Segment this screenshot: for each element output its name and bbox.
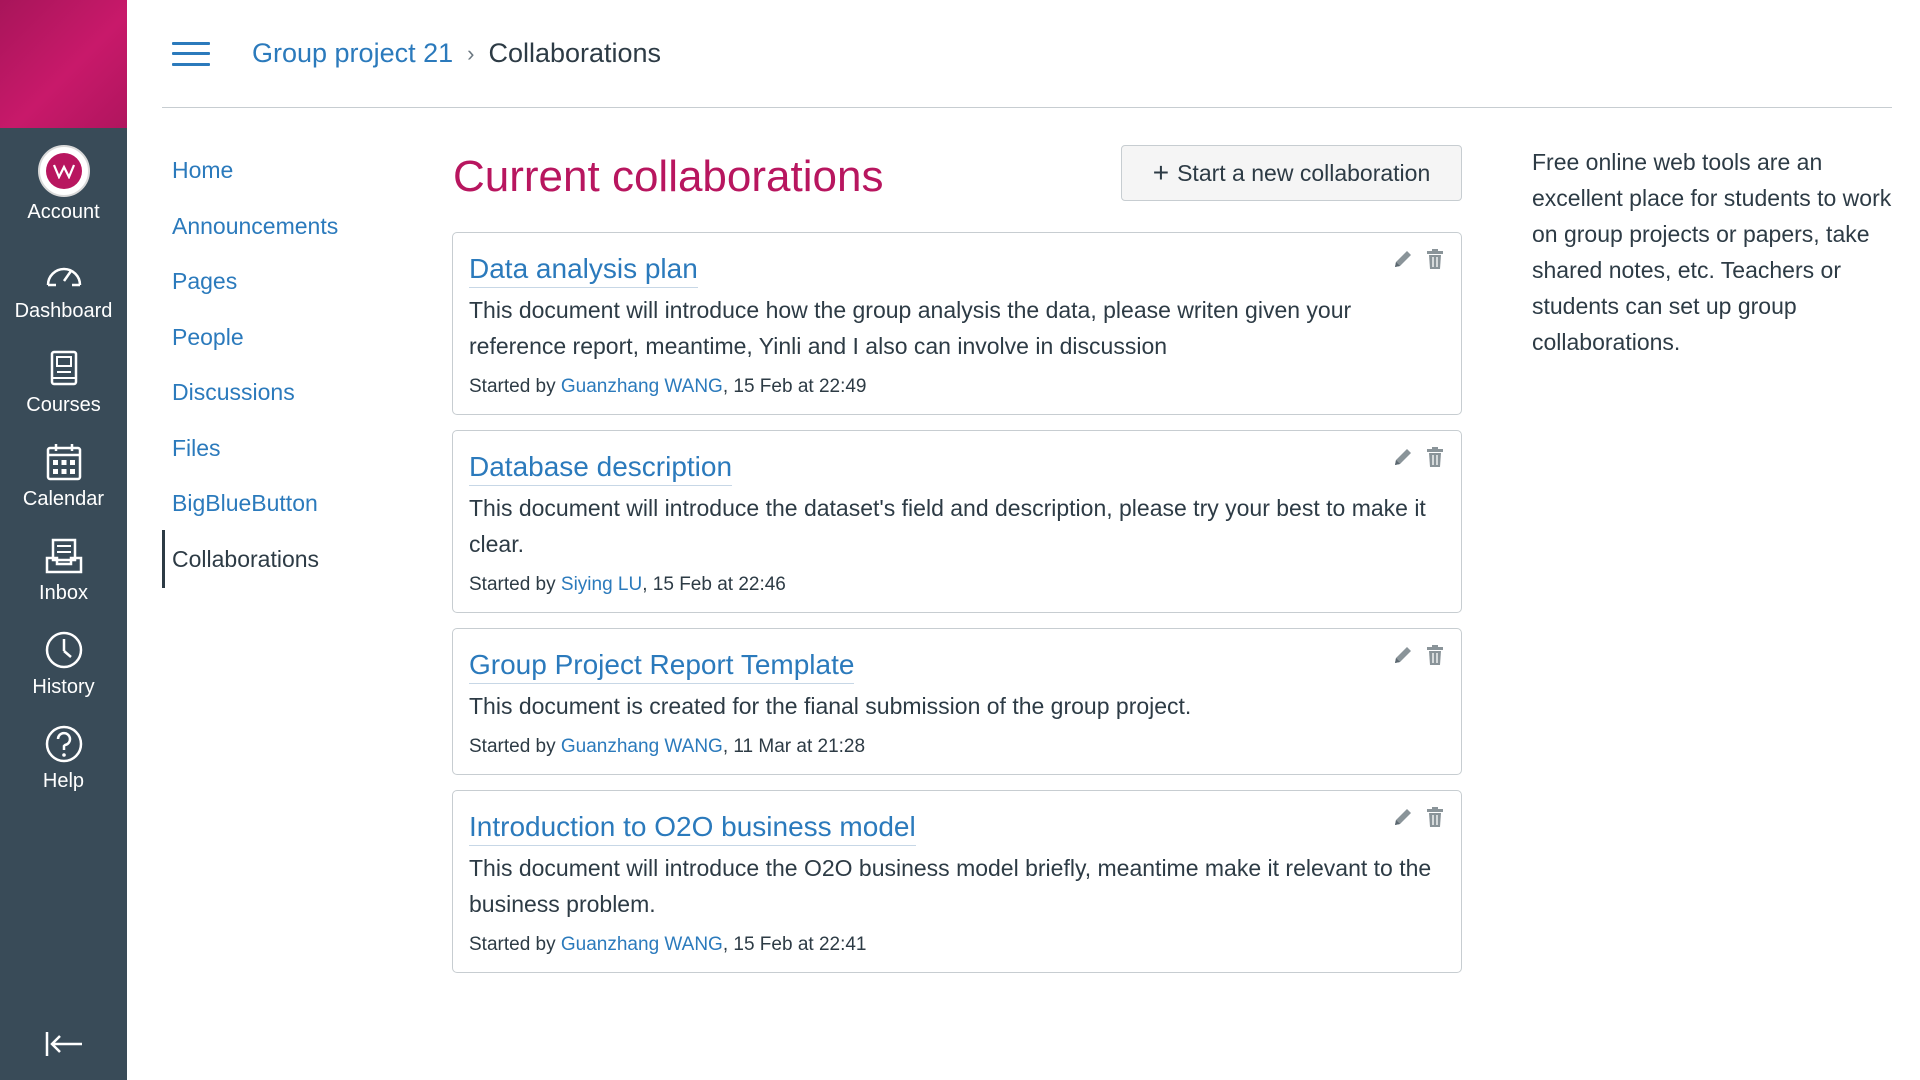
page-header: Group project 21 › Collaborations [162,0,1892,108]
delete-trash-icon[interactable] [1423,643,1447,667]
collaboration-card: Introduction to O2O business model This … [452,790,1462,973]
collaboration-date: , 15 Feb at 22:46 [642,574,786,595]
collaboration-meta: Started by Guanzhang WANG, 15 Feb at 22:… [469,376,1445,398]
inbox-icon [42,534,86,578]
global-nav-courses[interactable]: Courses [0,334,127,428]
started-by-label: Started by [469,934,561,955]
global-nav-label: Courses [26,393,101,416]
calendar-icon [42,440,86,484]
global-nav-calendar[interactable]: Calendar [0,428,127,522]
global-nav-label: Calendar [22,487,105,510]
global-nav-account[interactable]: Account [0,128,127,240]
collaboration-title-link[interactable]: Data analysis plan [469,251,698,288]
collaboration-author-link[interactable]: Guanzhang WANG [561,736,723,757]
main-content: Current collaborations + Start a new col… [452,144,1462,988]
history-icon [42,628,86,672]
delete-trash-icon[interactable] [1423,247,1447,271]
global-nav-label: History [32,675,95,698]
start-new-collaboration-label: Start a new collaboration [1177,159,1431,186]
edit-pencil-icon[interactable] [1391,805,1415,829]
title-row: Current collaborations + Start a new col… [452,144,1462,232]
course-nav-files[interactable]: Files [162,426,382,482]
collaboration-actions [1391,643,1447,667]
course-nav-home[interactable]: Home [162,148,382,204]
course-nav: Home Announcements Pages People Discussi… [162,148,382,588]
global-nav: Account Dashboard Courses Calendar Inbox… [0,0,127,1080]
collaboration-actions [1391,247,1447,271]
global-nav-inbox[interactable]: Inbox [0,522,127,616]
breadcrumb-course-link[interactable]: Group project 21 [252,38,453,69]
collaboration-author-link[interactable]: Guanzhang WANG [561,376,723,397]
collaborations-help-text: Free online web tools are an excellent p… [1532,149,1892,355]
brand-logo[interactable] [0,0,127,128]
collaboration-date: , 11 Mar at 21:28 [722,736,866,757]
collaboration-author-link[interactable]: Guanzhang WANG [561,934,723,955]
course-menu-toggle-icon[interactable] [172,40,210,68]
dashboard-icon [42,252,86,296]
collaboration-title-link[interactable]: Introduction to O2O business model [469,809,916,846]
global-nav-help[interactable]: Help [0,710,127,804]
global-nav-label: Account [27,200,100,223]
collaboration-date: , 15 Feb at 22:49 [722,376,867,397]
course-nav-announcements[interactable]: Announcements [162,204,382,260]
collaboration-description: This document is created for the fianal … [469,693,1192,719]
course-nav-people[interactable]: People [162,315,382,371]
breadcrumb-separator-icon: › [467,40,475,66]
delete-trash-icon[interactable] [1423,805,1447,829]
course-nav-bigbluebutton[interactable]: BigBlueButton [162,481,382,537]
global-nav-dashboard[interactable]: Dashboard [0,240,127,334]
edit-pencil-icon[interactable] [1391,445,1415,469]
global-nav-label: Dashboard [14,299,113,322]
delete-trash-icon[interactable] [1423,445,1447,469]
started-by-label: Started by [469,736,561,757]
course-nav-collaborations[interactable]: Collaborations [162,529,382,588]
collaboration-date: , 15 Feb at 22:41 [722,934,867,955]
account-avatar [37,144,90,197]
started-by-label: Started by [469,574,561,595]
collaboration-actions [1391,445,1447,469]
collaboration-card: Data analysis plan This document will in… [452,232,1462,415]
collaboration-description: This document will introduce how the gro… [469,297,1352,359]
collaboration-meta: Started by Siying LU, 15 Feb at 22:46 [469,574,1445,596]
start-new-collaboration-button[interactable]: + Start a new collaboration [1121,145,1462,201]
started-by-label: Started by [469,376,561,397]
collaboration-actions [1391,805,1447,829]
collapse-nav-icon[interactable] [42,1022,86,1066]
collaboration-meta: Started by Guanzhang WANG, 11 Mar at 21:… [469,736,1445,758]
course-nav-discussions[interactable]: Discussions [162,370,382,426]
collaboration-card: Group Project Report Template This docum… [452,628,1462,775]
page-title: Current collaborations [453,152,884,201]
edit-pencil-icon[interactable] [1391,643,1415,667]
edit-pencil-icon[interactable] [1391,247,1415,271]
global-nav-label: Inbox [39,581,88,604]
help-icon [42,722,86,766]
collaboration-card: Database description This document will … [452,430,1462,613]
course-nav-pages[interactable]: Pages [162,259,382,315]
collaboration-title-link[interactable]: Group Project Report Template [469,647,855,684]
collaboration-description: This document will introduce the dataset… [469,495,1426,557]
collaboration-title-link[interactable]: Database description [469,449,733,486]
collaboration-meta: Started by Guanzhang WANG, 15 Feb at 22:… [469,934,1445,956]
plus-icon: + [1152,157,1170,188]
collaboration-author-link[interactable]: Siying LU [561,574,642,595]
breadcrumb-current: Collaborations [488,38,662,68]
avatar-logo-icon [45,152,82,189]
breadcrumb: Group project 21 › Collaborations [252,38,661,69]
courses-icon [42,346,86,390]
global-nav-history[interactable]: History [0,616,127,710]
global-nav-label: Help [42,769,85,792]
collaboration-description: This document will introduce the O2O bus… [469,855,1432,917]
